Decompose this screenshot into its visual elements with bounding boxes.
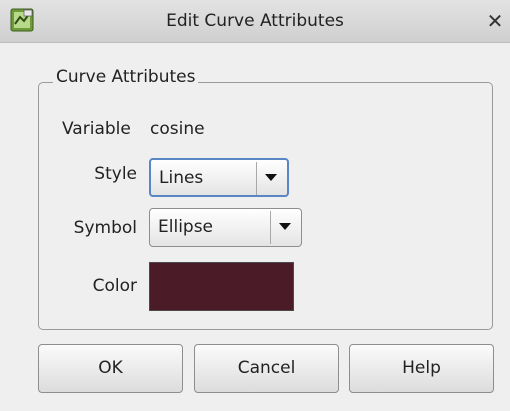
close-icon[interactable]: ✕ <box>483 9 507 33</box>
group-title: Curve Attributes <box>53 67 199 87</box>
style-select[interactable]: Lines <box>149 158 289 197</box>
color-swatch-button[interactable] <box>149 262 294 311</box>
style-select-value: Lines <box>159 168 204 188</box>
title-bar[interactable]: Edit Curve Attributes ✕ <box>0 0 510 43</box>
style-label: Style <box>94 164 137 184</box>
symbol-select[interactable]: Ellipse <box>149 208 302 247</box>
edit-curve-attributes-dialog: Edit Curve Attributes ✕ Curve Attributes… <box>0 0 510 411</box>
variable-value: cosine <box>150 119 205 139</box>
variable-label: Variable <box>62 119 131 139</box>
symbol-label: Symbol <box>73 218 137 238</box>
symbol-select-value: Ellipse <box>158 217 214 237</box>
help-button[interactable]: Help <box>349 344 494 393</box>
chevron-down-icon <box>279 223 291 230</box>
cancel-button[interactable]: Cancel <box>194 344 339 393</box>
window-title: Edit Curve Attributes <box>166 11 344 31</box>
color-label: Color <box>92 276 137 296</box>
ok-button[interactable]: OK <box>38 344 183 393</box>
chevron-down-icon <box>265 174 277 181</box>
